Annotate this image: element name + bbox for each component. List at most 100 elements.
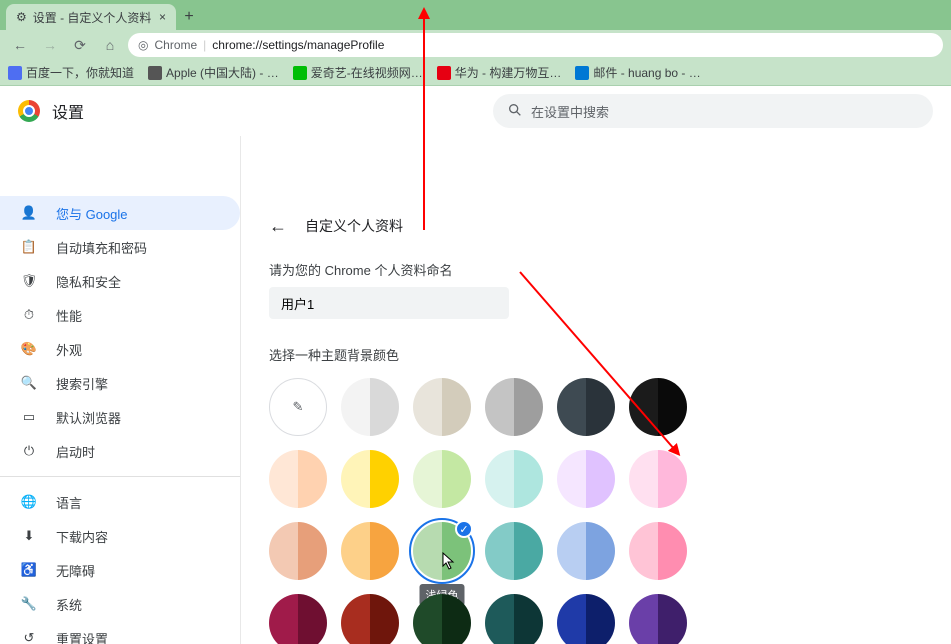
home-button[interactable]: ⌂ (98, 33, 122, 57)
sidebar-item-label: 无障碍 (56, 561, 95, 580)
eyedropper-icon: ✎ (293, 399, 304, 415)
color-swatch[interactable] (413, 594, 471, 644)
address-bar[interactable]: ◎ Chrome | chrome://settings/manageProfi… (128, 33, 943, 57)
accessibility-icon: ♿ (20, 562, 38, 578)
sidebar-item-label: 系统 (56, 595, 82, 614)
bookmark-item[interactable]: 华为 - 构建万物互… (437, 64, 562, 81)
browser-toolbar: ← → ⟳ ⌂ ◎ Chrome | chrome://settings/man… (0, 30, 951, 60)
search-icon (507, 102, 523, 121)
sidebar-item-person[interactable]: 👤您与 Google (0, 196, 240, 230)
color-swatch[interactable]: ✓ 浅绿色 (413, 522, 471, 580)
sidebar-item-label: 自动填充和密码 (56, 238, 147, 257)
chrome-icon: ◎ (138, 38, 148, 52)
profile-name-input[interactable] (269, 287, 509, 319)
sidebar-item-download[interactable]: ⬇下载内容 (0, 519, 240, 553)
favicon-icon (575, 66, 589, 80)
bookmark-label: 华为 - 构建万物互… (455, 64, 562, 81)
color-swatch[interactable] (341, 522, 399, 580)
bookmark-item[interactable]: 邮件 - huang bo - … (575, 64, 700, 81)
color-swatch[interactable] (629, 450, 687, 508)
color-swatch[interactable] (269, 522, 327, 580)
chrome-logo-icon (18, 100, 40, 122)
globe-icon: 🌐 (20, 494, 38, 510)
power-icon: ⏻ (20, 443, 38, 459)
sidebar-item-speed[interactable]: ⏱ 性能 (0, 298, 240, 332)
color-swatch[interactable] (269, 594, 327, 644)
sidebar-item-label: 外观 (56, 340, 82, 359)
settings-search[interactable]: 在设置中搜索 (493, 94, 933, 128)
color-swatch[interactable] (557, 594, 615, 644)
tab-strip: ⚙ 设置 - 自定义个人资料 × + (0, 0, 951, 30)
sidebar-item-accessibility[interactable]: ♿ 无障碍 (0, 553, 240, 587)
color-swatch[interactable] (413, 450, 471, 508)
speed-icon: ⏱ (20, 307, 38, 323)
content-pane: ← 自定义个人资料 请为您的 Chrome 个人资料命名 选择一种主题背景颜色 … (240, 136, 951, 644)
color-swatch[interactable] (629, 378, 687, 436)
tab-title: 设置 - 自定义个人资料 (33, 9, 152, 26)
bookmark-bar: 百度一下，你就知道 Apple (中国大陆) - … 爱奇艺-在线视频网… 华为 - … (0, 60, 951, 86)
bookmark-label: 邮件 - huang bo - … (593, 64, 700, 81)
person-icon: 👤 (20, 205, 38, 221)
clipboard-icon: 📋 (20, 239, 38, 255)
sidebar-item-search[interactable]: 🔍 搜索引擎 (0, 366, 240, 400)
color-swatch[interactable] (629, 522, 687, 580)
color-swatch[interactable] (341, 378, 399, 436)
content-title: 自定义个人资料 (305, 216, 403, 236)
bookmark-item[interactable]: Apple (中国大陆) - … (148, 64, 279, 81)
color-swatch[interactable] (485, 594, 543, 644)
forward-button[interactable]: → (38, 33, 62, 57)
search-icon: 🔍 (20, 375, 38, 391)
chrome-label: Chrome (154, 38, 197, 52)
color-swatch[interactable] (557, 450, 615, 508)
sidebar-item-label: 性能 (56, 306, 82, 325)
gear-icon: ⚙ (16, 10, 27, 24)
color-swatch[interactable] (269, 450, 327, 508)
sidebar-item-browser[interactable]: ▭默认浏览器 (0, 400, 240, 434)
color-swatch[interactable] (341, 450, 399, 508)
sidebar-item-reset[interactable]: ↺ 重置设置 (0, 621, 240, 644)
name-section-label: 请为您的 Chrome 个人资料命名 (269, 260, 923, 279)
color-swatch[interactable] (413, 378, 471, 436)
color-swatch[interactable] (485, 450, 543, 508)
sidebar-item-label: 隐私和安全 (56, 272, 121, 291)
browser-icon: ▭ (20, 409, 38, 425)
shield-icon: 🛡 (20, 273, 38, 289)
new-tab-button[interactable]: + (176, 4, 202, 30)
color-swatch[interactable] (485, 378, 543, 436)
sidebar-item-label: 重置设置 (56, 629, 108, 644)
sidebar-item-clipboard[interactable]: 📋 自动填充和密码 (0, 230, 240, 264)
reload-button[interactable]: ⟳ (68, 33, 92, 57)
bookmark-label: 百度一下，你就知道 (26, 64, 134, 81)
nav-divider (0, 476, 240, 477)
bookmark-item[interactable]: 爱奇艺-在线视频网… (293, 64, 423, 81)
settings-sidebar: 👤您与 Google 📋 自动填充和密码 🛡 隐私和安全 ⏱ 性能 🎨外观 🔍 搜索引擎 ▭默认浏览… (0, 136, 240, 644)
sidebar-item-palette[interactable]: 🎨外观 (0, 332, 240, 366)
bookmark-item[interactable]: 百度一下，你就知道 (8, 64, 134, 81)
wrench-icon: 🔧 (20, 596, 38, 612)
color-swatch[interactable]: ✎ (269, 378, 327, 436)
sidebar-item-wrench[interactable]: 🔧 系统 (0, 587, 240, 621)
color-swatch[interactable] (485, 522, 543, 580)
color-swatch[interactable] (557, 522, 615, 580)
sidebar-item-label: 搜索引擎 (56, 374, 108, 393)
color-swatch-grid: ✎ ✓ 浅绿色 (269, 372, 923, 644)
sidebar-item-power[interactable]: ⏻ 启动时 (0, 434, 240, 468)
close-tab-icon[interactable]: × (159, 10, 166, 24)
color-swatch[interactable] (557, 378, 615, 436)
sidebar-item-shield[interactable]: 🛡 隐私和安全 (0, 264, 240, 298)
sidebar-item-label: 启动时 (56, 442, 95, 461)
search-placeholder: 在设置中搜索 (531, 102, 609, 121)
color-swatch[interactable] (629, 594, 687, 644)
download-icon: ⬇ (20, 528, 38, 544)
back-button[interactable]: ← (8, 33, 32, 57)
browser-tab[interactable]: ⚙ 设置 - 自定义个人资料 × (6, 4, 176, 30)
color-swatch[interactable] (341, 594, 399, 644)
bookmark-label: Apple (中国大陆) - … (166, 64, 279, 81)
sidebar-item-globe[interactable]: 🌐语言 (0, 485, 240, 519)
theme-section-label: 选择一种主题背景颜色 (269, 345, 923, 364)
favicon-icon (8, 66, 22, 80)
reset-icon: ↺ (20, 630, 38, 644)
bookmark-label: 爱奇艺-在线视频网… (311, 64, 423, 81)
back-arrow-icon[interactable]: ← (269, 216, 287, 237)
url-text: chrome://settings/manageProfile (212, 38, 384, 52)
